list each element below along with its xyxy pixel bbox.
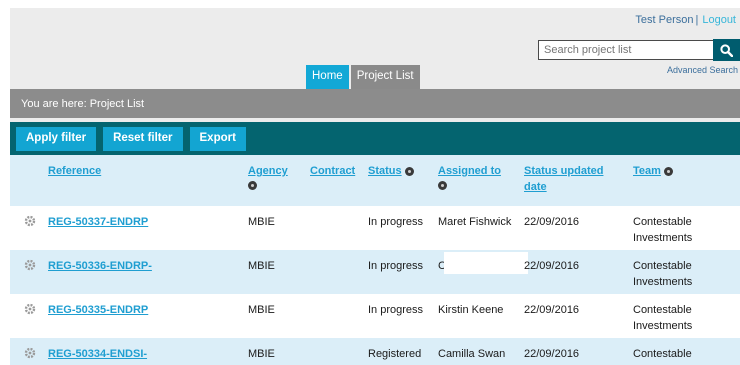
status-cell: In progress <box>368 304 424 316</box>
column-header-assigned-to-label: Assigned to <box>438 165 501 177</box>
logout-link[interactable]: Logout <box>702 14 736 26</box>
column-header-agency[interactable]: Agency <box>248 163 288 190</box>
column-header-team[interactable]: Team <box>633 163 733 179</box>
app-frame: Test Person|Logout Advanced Search Home … <box>10 8 740 365</box>
assigned-to-cell: Camilla Swan <box>438 348 506 360</box>
info-icon[interactable] <box>248 181 257 190</box>
assigned-to-cell: Kirstin Keene <box>438 304 504 316</box>
column-header-status-label: Status <box>368 165 402 177</box>
table-header: Reference Agency Contract Status Assigne… <box>10 155 740 206</box>
search-button[interactable] <box>713 39 740 61</box>
apply-filter-button[interactable]: Apply filter <box>16 127 97 151</box>
reference-link[interactable]: REG-50337-ENDRP <box>48 214 148 230</box>
status-cell: In progress <box>368 260 424 272</box>
status-cell: Registered <box>368 348 422 360</box>
reset-filter-button[interactable]: Reset filter <box>103 127 183 151</box>
agency-cell: MBIE <box>248 216 275 228</box>
gear-icon[interactable] <box>24 259 36 271</box>
gear-icon[interactable] <box>24 303 36 315</box>
table-row: REG-50336-ENDRP- MBIE In progress C 22/0… <box>10 250 740 294</box>
column-header-reference-label: Reference <box>48 165 102 177</box>
reference-link[interactable]: REG-50336-ENDRP- <box>48 258 152 274</box>
column-header-status-updated-date[interactable]: Status updated date <box>524 163 616 195</box>
info-icon[interactable] <box>404 166 414 176</box>
assigned-to-cell: Maret Fishwick <box>438 216 512 228</box>
nav-tabs: Home Project List <box>306 65 420 89</box>
user-bar: Test Person | Logout <box>635 14 736 26</box>
reference-link[interactable]: REG-50334-ENDSI- <box>48 346 147 362</box>
search-input[interactable] <box>538 40 714 60</box>
table-row: REG-50334-ENDSI- MBIE Registered Camilla… <box>10 338 740 365</box>
search-icon <box>720 43 733 57</box>
user-name-link[interactable]: Test Person <box>635 14 693 26</box>
agency-cell: MBIE <box>248 348 275 360</box>
team-cell: Contestable Investments <box>633 216 693 244</box>
column-header-status[interactable]: Status <box>368 163 432 179</box>
table-row: REG-50337-ENDRP MBIE In progress Maret F… <box>10 206 740 250</box>
gear-icon[interactable] <box>24 347 36 359</box>
reference-link[interactable]: REG-50335-ENDRP <box>48 302 148 318</box>
team-cell: Contestable Investments <box>633 260 693 288</box>
filter-toolbar: Apply filter Reset filter Export <box>10 122 740 155</box>
column-header-team-label: Team <box>633 165 661 177</box>
column-header-contract[interactable]: Contract <box>310 163 355 179</box>
agency-cell: MBIE <box>248 304 275 316</box>
redacted-block <box>444 252 528 274</box>
advanced-search-link[interactable]: Advanced Search <box>667 65 738 75</box>
gear-icon[interactable] <box>24 215 36 227</box>
table-row: REG-50335-ENDRP MBIE In progress Kirstin… <box>10 294 740 338</box>
team-cell: Contestable Investments <box>633 348 692 365</box>
user-bar-separator: | <box>695 14 699 26</box>
agency-cell: MBIE <box>248 260 275 272</box>
column-header-agency-label: Agency <box>248 165 288 177</box>
column-header-contract-label: Contract <box>310 165 356 177</box>
info-icon[interactable] <box>438 181 447 190</box>
team-cell: Contestable Investments <box>633 304 693 332</box>
breadcrumb: You are here: Project List <box>10 89 740 118</box>
column-header-status-updated-date-label: Status updated date <box>524 165 604 193</box>
status-date-cell: 22/09/2016 <box>524 260 580 272</box>
status-date-cell: 22/09/2016 <box>524 348 580 360</box>
tab-home[interactable]: Home <box>306 65 349 89</box>
tab-project-list[interactable]: Project List <box>350 65 420 89</box>
status-cell: In progress <box>368 216 424 228</box>
column-header-reference[interactable]: Reference <box>48 163 101 179</box>
column-header-assigned-to[interactable]: Assigned to <box>438 163 518 190</box>
status-date-cell: 22/09/2016 <box>524 216 580 228</box>
export-button[interactable]: Export <box>189 127 246 151</box>
info-icon[interactable] <box>663 166 673 176</box>
status-date-cell: 22/09/2016 <box>524 304 580 316</box>
